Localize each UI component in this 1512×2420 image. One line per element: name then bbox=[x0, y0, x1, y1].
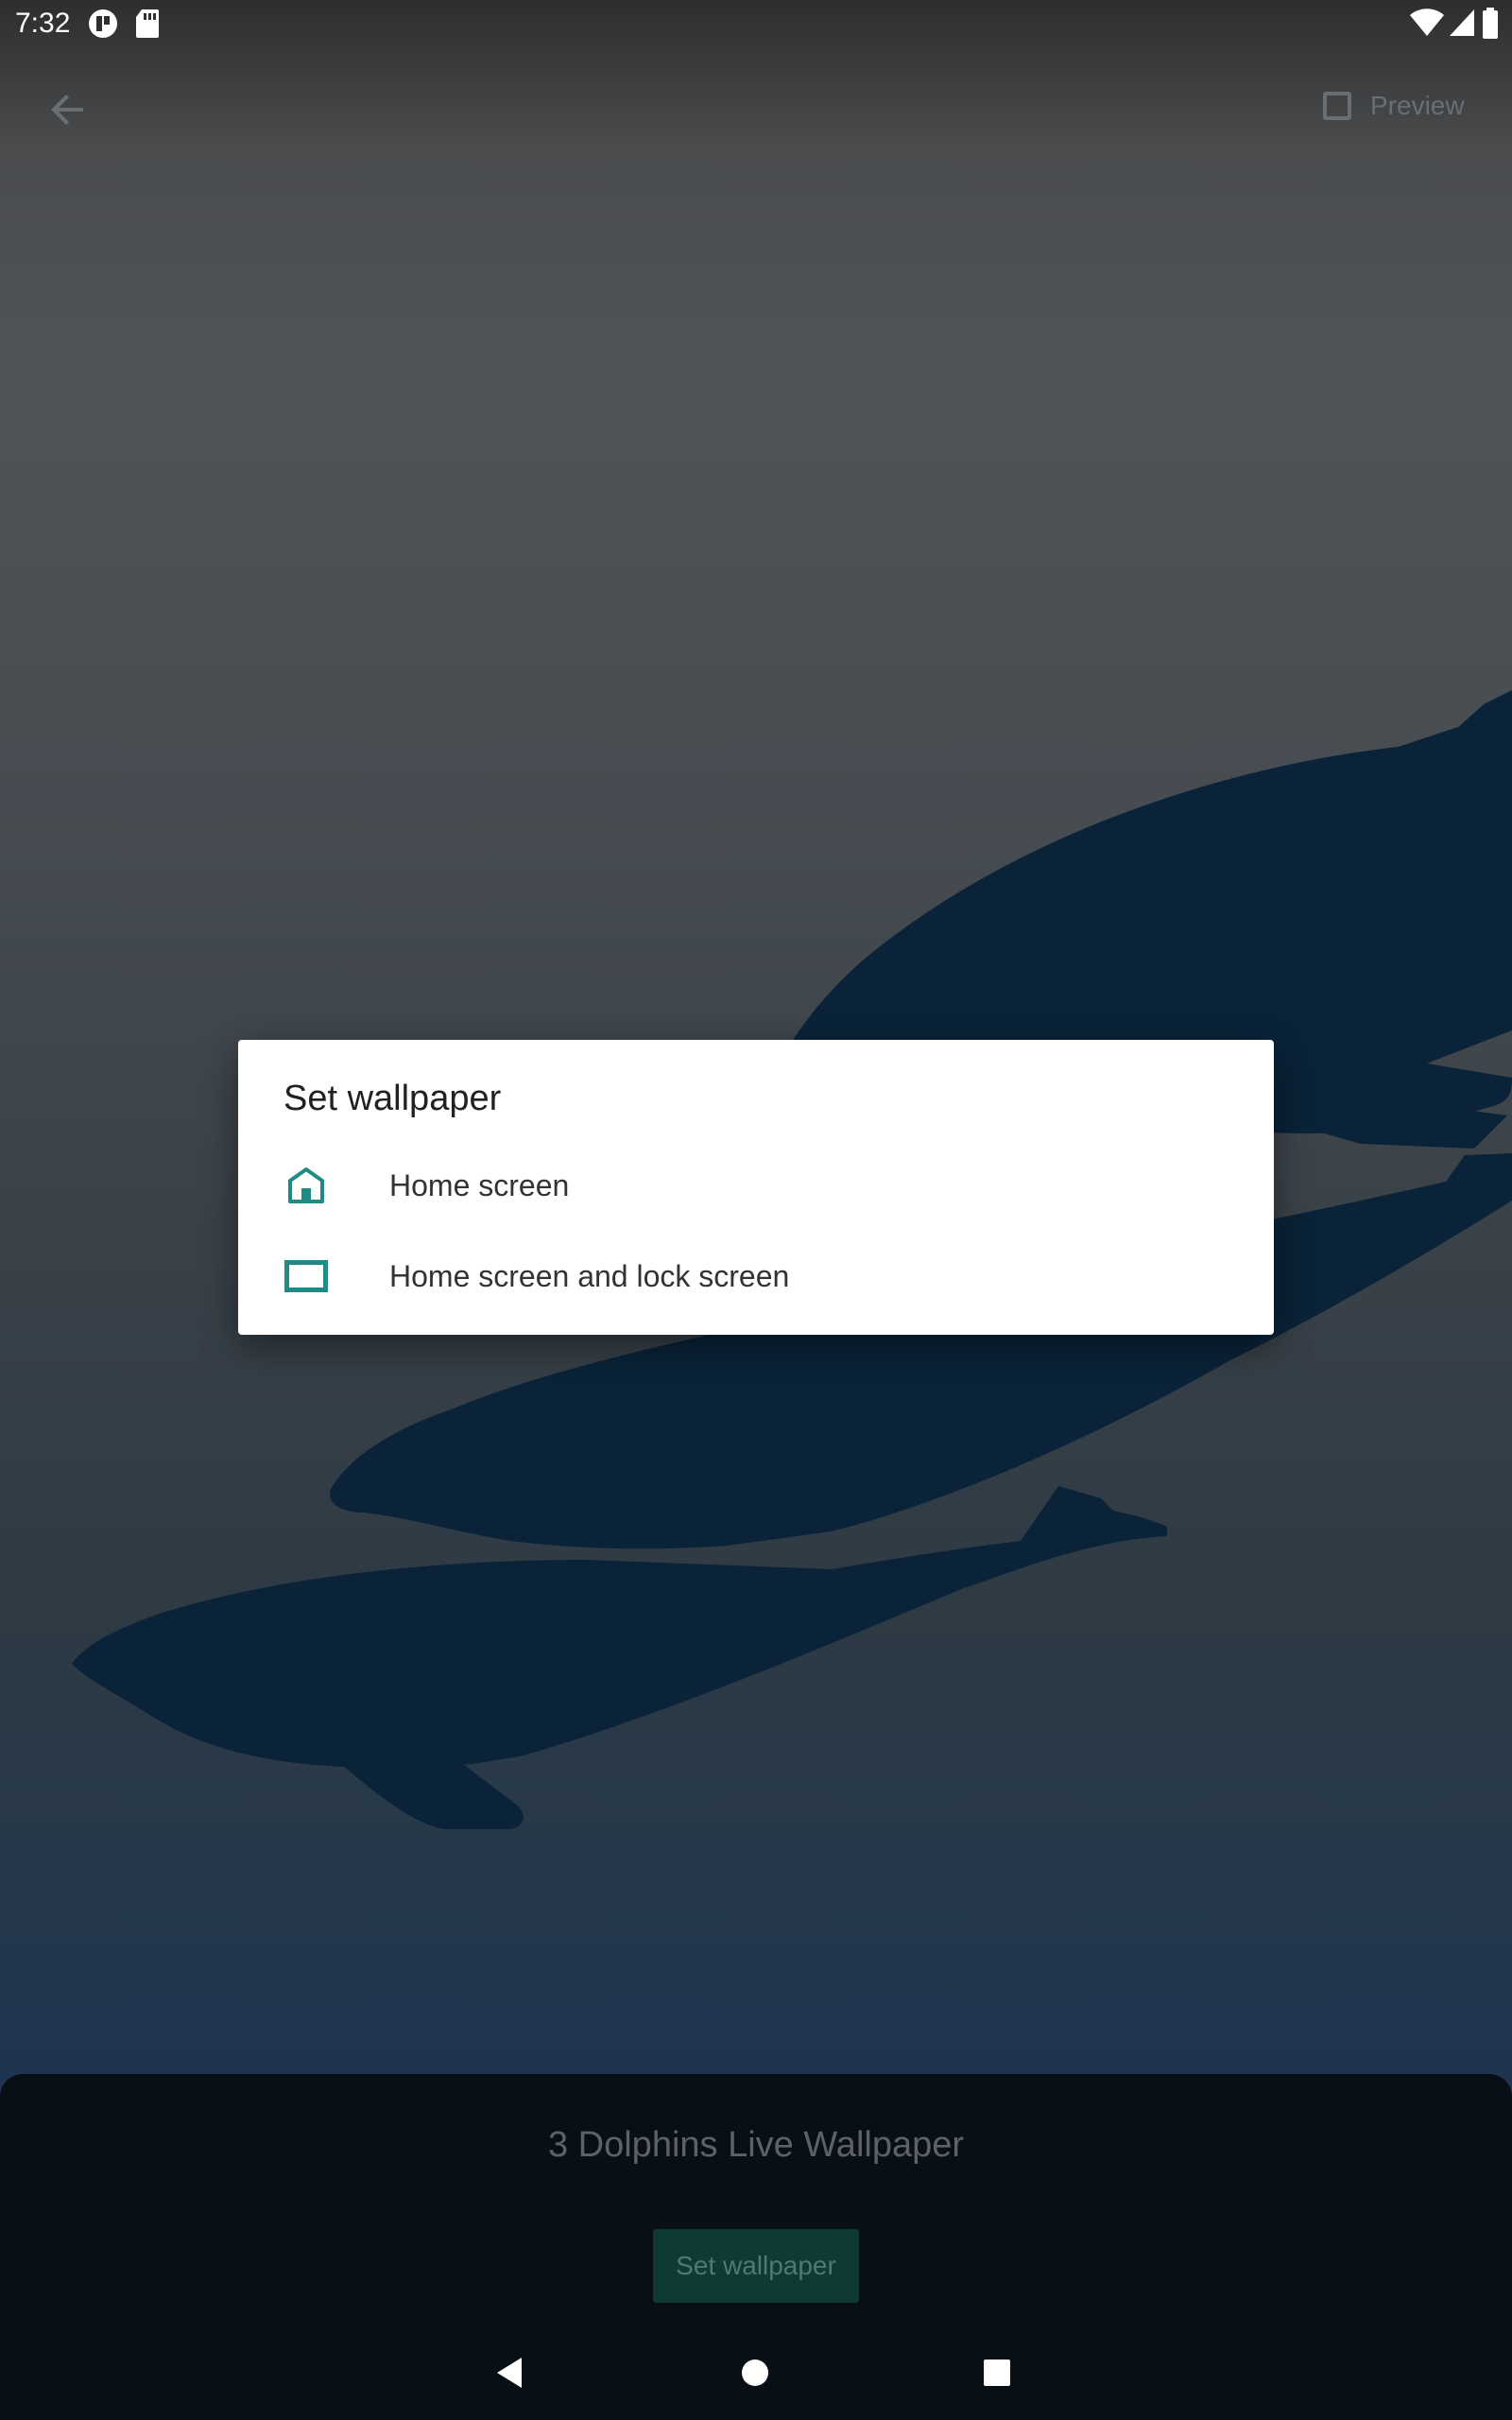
preview-toggle[interactable]: Preview bbox=[1323, 83, 1465, 129]
dialog-title: Set wallpaper bbox=[284, 1079, 502, 1118]
screen-icon bbox=[284, 1253, 329, 1299]
status-time: 7:32 bbox=[15, 8, 71, 39]
cell-signal-icon bbox=[1448, 8, 1476, 43]
option-home-screen[interactable]: Home screen bbox=[238, 1140, 1274, 1231]
nav-back-button[interactable] bbox=[482, 2344, 539, 2401]
back-button[interactable] bbox=[38, 79, 98, 140]
battery-icon bbox=[1482, 8, 1499, 44]
nav-recents-button[interactable] bbox=[969, 2344, 1025, 2401]
set-wallpaper-dialog: Set wallpaper Home screen Home screen an… bbox=[238, 1040, 1274, 1335]
app-notification-icon bbox=[87, 8, 119, 44]
arrow-back-icon bbox=[51, 95, 83, 125]
status-bar: 7:32 bbox=[0, 0, 1512, 47]
set-wallpaper-button[interactable]: Set wallpaper bbox=[653, 2229, 859, 2303]
option-home-and-lock-screen-label: Home screen and lock screen bbox=[389, 1258, 790, 1293]
option-home-screen-label: Home screen bbox=[389, 1167, 570, 1202]
dolphin-upper-fin bbox=[1436, 690, 1512, 747]
back-triangle-icon bbox=[497, 2358, 522, 2388]
option-home-and-lock-screen[interactable]: Home screen and lock screen bbox=[238, 1231, 1274, 1322]
home-icon bbox=[284, 1163, 329, 1208]
navigation-bar bbox=[0, 2325, 1512, 2420]
sd-card-icon bbox=[134, 8, 161, 44]
recents-square-icon bbox=[984, 2360, 1010, 2386]
wifi-icon bbox=[1410, 8, 1444, 43]
dolphin-lower-flipper bbox=[340, 1763, 524, 1829]
preview-checkbox[interactable] bbox=[1323, 92, 1351, 120]
home-circle-icon bbox=[742, 2360, 768, 2386]
wallpaper-title: 3 Dolphins Live Wallpaper bbox=[547, 2125, 965, 2165]
screen: 7:32 Preview Set wallpaper Home screen H… bbox=[0, 0, 1512, 2420]
dolphin-lower-fin bbox=[1021, 1486, 1115, 1541]
preview-label: Preview bbox=[1370, 91, 1465, 120]
nav-home-button[interactable] bbox=[727, 2344, 783, 2401]
